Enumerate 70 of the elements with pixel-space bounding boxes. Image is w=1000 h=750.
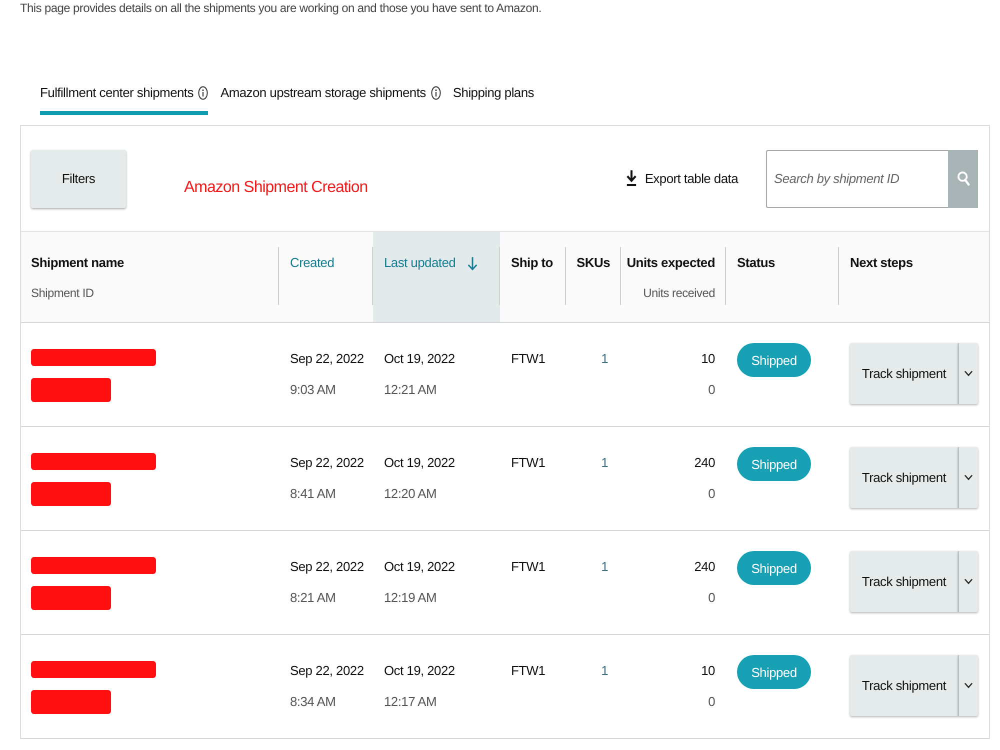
tab[interactable]: Shipping plans	[452, 84, 534, 115]
created-date: Sep 22, 2022	[290, 454, 364, 472]
units-received: 0	[708, 381, 715, 399]
destination-code: FTW1	[511, 454, 546, 472]
search-field[interactable]: Search by shipment ID	[766, 150, 948, 208]
more-options-button[interactable]	[958, 551, 978, 612]
chevron-down-icon	[964, 578, 973, 585]
sort-arrow-icon[interactable]	[466, 256, 478, 270]
units-expected: 10	[701, 350, 715, 368]
updated-date: Oct 19, 2022	[384, 558, 455, 576]
chevron-down-icon	[964, 370, 973, 377]
download-icon	[626, 170, 637, 187]
column-heading: Ship to	[511, 254, 553, 272]
more-options-button[interactable]	[958, 343, 978, 404]
created-date: Sep 22, 2022	[290, 662, 364, 680]
updated-time: 12:19 AM	[384, 589, 437, 607]
units-received: 0	[708, 693, 715, 711]
filters-button[interactable]: Filters	[31, 150, 126, 208]
units-received: 0	[708, 589, 715, 607]
units-expected: 10	[701, 662, 715, 680]
more-options-button[interactable]	[958, 447, 978, 508]
track-shipment-button[interactable]: Track shipment	[850, 551, 958, 612]
updated-date: Oct 19, 2022	[384, 350, 455, 368]
status-badge: Shipped	[737, 343, 811, 377]
more-options-button[interactable]	[958, 655, 978, 716]
units-received: 0	[708, 485, 715, 503]
updated-time: 12:20 AM	[384, 485, 437, 503]
created-date: Sep 22, 2022	[290, 558, 364, 576]
export-button[interactable]: Export table data	[626, 170, 738, 187]
updated-time: 12:21 AM	[384, 381, 437, 399]
destination-code: FTW1	[511, 350, 546, 368]
search-button[interactable]	[948, 150, 978, 208]
sku-count: 1	[601, 662, 608, 680]
chevron-down-icon	[964, 682, 973, 689]
column-heading[interactable]: Last updated	[384, 254, 456, 272]
column-heading: Status	[737, 254, 775, 272]
status-badge: Shipped	[737, 551, 811, 585]
column-subheading: Units received	[643, 285, 715, 302]
column-heading: Units expected	[626, 254, 715, 272]
search-icon	[956, 171, 970, 186]
annotation-text: Amazon Shipment Creation	[184, 178, 368, 196]
tab[interactable]: Amazon upstream storage shipments	[220, 84, 441, 115]
updated-date: Oct 19, 2022	[384, 454, 455, 472]
column-heading: SKUs	[576, 254, 610, 272]
units-expected: 240	[694, 454, 715, 472]
page-description: This page provides details on all the shipments you are working on and those you have sent to Amazon.	[20, 0, 542, 16]
column-heading: Shipment name	[31, 254, 124, 272]
created-time: 8:41 AM	[290, 485, 336, 503]
column-subheading: Shipment ID	[31, 285, 94, 302]
sku-count: 1	[601, 350, 608, 368]
track-shipment-button[interactable]: Track shipment	[850, 447, 958, 508]
destination-code: FTW1	[511, 662, 546, 680]
created-time: 8:34 AM	[290, 693, 336, 711]
status-badge: Shipped	[737, 447, 811, 481]
tab[interactable]: Fulfillment center shipments	[40, 84, 208, 115]
created-time: 9:03 AM	[290, 381, 336, 399]
status-badge: Shipped	[737, 655, 811, 689]
units-expected: 240	[694, 558, 715, 576]
chevron-down-icon	[964, 474, 973, 481]
track-shipment-button[interactable]: Track shipment	[850, 343, 958, 404]
updated-time: 12:17 AM	[384, 693, 437, 711]
created-date: Sep 22, 2022	[290, 350, 364, 368]
column-heading[interactable]: Created	[290, 254, 334, 272]
sku-count: 1	[601, 558, 608, 576]
destination-code: FTW1	[511, 558, 546, 576]
sku-count: 1	[601, 454, 608, 472]
track-shipment-button[interactable]: Track shipment	[850, 655, 958, 716]
created-time: 8:21 AM	[290, 589, 336, 607]
column-heading: Next steps	[850, 254, 913, 272]
updated-date: Oct 19, 2022	[384, 662, 455, 680]
